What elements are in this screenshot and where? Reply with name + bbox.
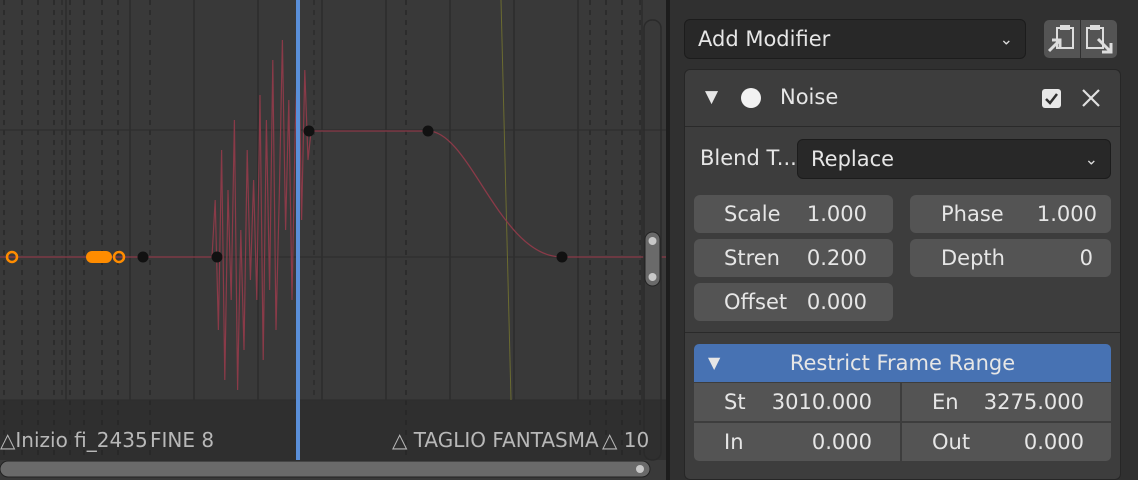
marker-10[interactable]: △ 10 xyxy=(602,428,649,452)
field-label: Offset xyxy=(724,290,788,314)
marker-label: 10 xyxy=(623,428,650,452)
field-label: En xyxy=(932,390,959,414)
field-label: Stren xyxy=(724,246,780,270)
keyframe-point xyxy=(303,125,315,137)
marker-triangle-icon: △ xyxy=(392,428,408,452)
checkmark-icon xyxy=(1045,93,1058,105)
blend-type-dropdown[interactable]: Replace ⌄ xyxy=(797,139,1111,179)
blend-in-field[interactable]: In 0.000 xyxy=(694,423,900,461)
blend-out-field[interactable]: Out 0.000 xyxy=(902,423,1111,461)
copy-modifiers-button[interactable] xyxy=(1044,20,1080,58)
paste-icon xyxy=(1086,25,1113,54)
strength-field[interactable]: Stren 0.200 xyxy=(694,239,893,277)
scale-field[interactable]: Scale 1.000 xyxy=(694,195,893,233)
field-value: 1.000 xyxy=(1036,202,1097,226)
field-label: Phase xyxy=(941,202,1004,226)
collapse-triangle-icon[interactable]: ▼ xyxy=(705,87,718,107)
divider xyxy=(685,332,1120,333)
field-value: 0.000 xyxy=(1023,430,1084,454)
curve-segment xyxy=(309,130,666,258)
field-label: In xyxy=(724,430,744,454)
field-value: 0.200 xyxy=(806,246,867,270)
marker-inizio[interactable]: △Inizio fi_2435 xyxy=(0,428,148,452)
offset-field[interactable]: Offset 0.000 xyxy=(694,283,893,321)
restrict-start-field[interactable]: St 3010.000 xyxy=(694,383,900,421)
modifier-type-icon xyxy=(741,88,761,108)
field-value: 0.000 xyxy=(811,430,872,454)
keyframe-point xyxy=(556,251,568,263)
chevron-down-icon: ⌄ xyxy=(999,29,1013,49)
blend-type-label: Blend T... xyxy=(700,146,797,170)
scrollbar-handle xyxy=(648,237,657,245)
scrollbar-handle xyxy=(636,465,644,473)
keyframe-point xyxy=(211,251,223,263)
restrict-frame-range-title: Restrict Frame Range xyxy=(789,351,1016,375)
marker-label: Inizio fi_2435 xyxy=(15,428,148,452)
field-label: St xyxy=(724,390,746,414)
add-modifier-dropdown[interactable]: Add Modifier ⌄ xyxy=(684,19,1026,59)
playhead xyxy=(296,0,300,460)
field-label: Scale xyxy=(724,202,781,226)
depth-field[interactable]: Depth 0 xyxy=(910,239,1111,277)
restrict-frame-range-header[interactable]: ▼ Restrict Frame Range xyxy=(694,344,1111,382)
phase-field[interactable]: Phase 1.000 xyxy=(910,195,1111,233)
modifier-enabled-checkbox[interactable] xyxy=(1042,89,1061,108)
field-value: 3275.000 xyxy=(983,390,1084,414)
modifier-name[interactable]: Noise xyxy=(780,85,838,109)
marker-label: FINE 8 xyxy=(150,428,215,452)
graph-editor[interactable]: △Inizio fi_2435 FINE 8 △ TAGLIO FANTASMA… xyxy=(0,0,666,480)
graph-canvas[interactable] xyxy=(0,0,666,480)
horizontal-scrollbar xyxy=(0,460,651,478)
close-icon xyxy=(1082,89,1100,107)
marker-fine[interactable]: FINE 8 xyxy=(150,428,214,452)
chevron-down-icon: ⌄ xyxy=(1084,149,1098,169)
scrollbar-handle xyxy=(648,273,657,281)
field-value: 3010.000 xyxy=(771,390,872,414)
field-value: 0.000 xyxy=(806,290,867,314)
marker-label: TAGLIO FANTASMA xyxy=(413,428,599,452)
field-label: Depth xyxy=(941,246,1005,270)
copy-icon xyxy=(1047,25,1074,53)
restrict-end-field[interactable]: En 3275.000 xyxy=(902,383,1111,421)
modifier-panel: Add Modifier ⌄ ▼ Noise Blend T... Replac… xyxy=(670,0,1138,480)
field-value: 1.000 xyxy=(806,202,867,226)
modifier-header[interactable]: ▼ Noise xyxy=(685,70,1120,127)
marker-taglio[interactable]: △ TAGLIO FANTASMA xyxy=(392,428,599,452)
add-modifier-label: Add Modifier xyxy=(698,27,831,51)
marker-triangle-icon: △ xyxy=(0,428,16,452)
paste-modifiers-button[interactable] xyxy=(1081,20,1117,58)
other-curve xyxy=(500,0,512,401)
field-value: 0 xyxy=(1079,246,1093,270)
keyframe-point xyxy=(137,251,149,263)
marker-triangle-icon: △ xyxy=(602,428,618,452)
keyframe-point xyxy=(422,125,434,137)
collapse-triangle-icon[interactable]: ▼ xyxy=(708,353,720,372)
blend-type-value: Replace xyxy=(811,147,895,171)
field-label: Out xyxy=(932,430,971,454)
delete-modifier-button[interactable] xyxy=(1080,87,1102,113)
selected-keyframes xyxy=(86,251,112,263)
